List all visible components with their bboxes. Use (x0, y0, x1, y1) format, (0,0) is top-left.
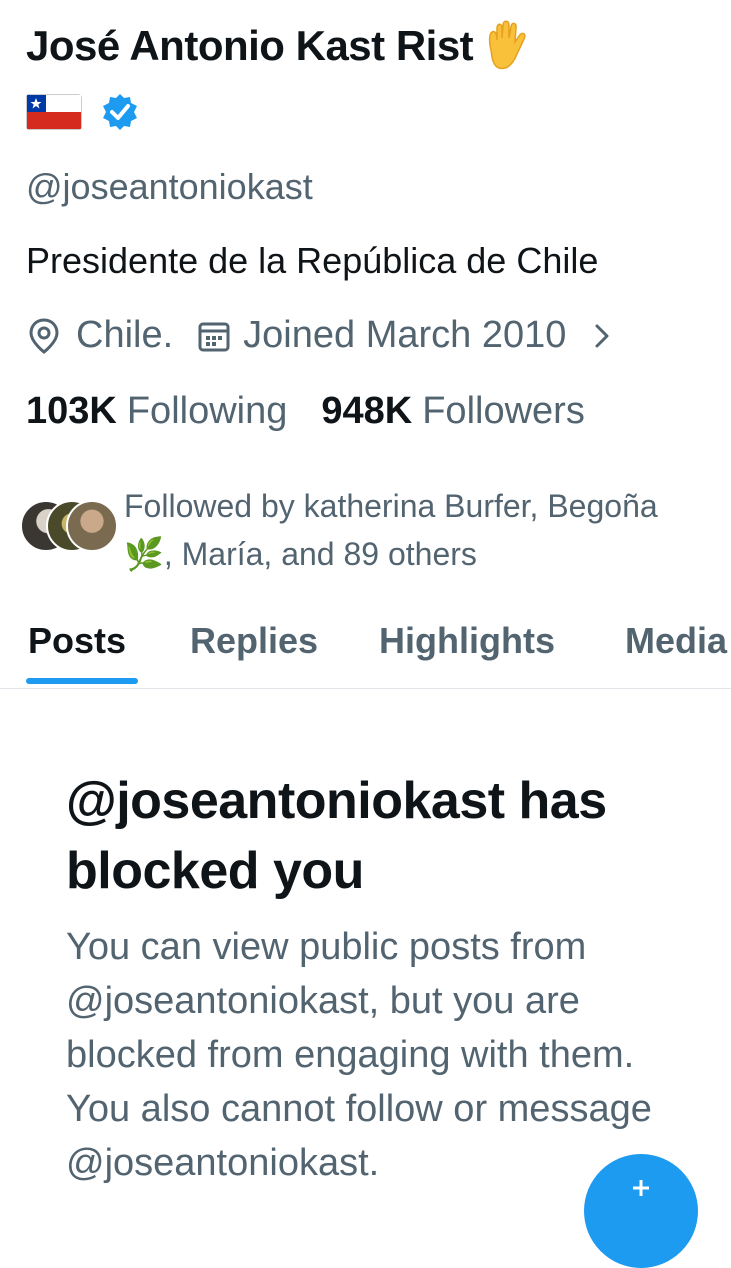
profile-name-row: José Antonio Kast Rist (26, 20, 529, 72)
tab-replies[interactable]: Replies (190, 620, 318, 662)
profile-tabs: Posts Replies Highlights Media (0, 606, 731, 689)
followers-count: 948K (321, 390, 413, 432)
active-tab-indicator (26, 678, 138, 684)
followed-by-text: Followed by katherina Burfer, Begoña 🌿, … (124, 488, 658, 572)
chevron-right-icon[interactable] (592, 320, 612, 352)
profile-badges-row (26, 92, 140, 132)
profile-stats-row: 103K Following 948K Followers (26, 390, 585, 433)
avatar (66, 500, 118, 552)
followed-by-avatars (20, 500, 118, 552)
profile-bio: Presidente de la República de Chile (26, 240, 599, 281)
profile-location: Chile. (76, 314, 174, 356)
followers-link[interactable]: 948K Followers (321, 390, 584, 433)
profile-display-name: José Antonio Kast Rist (26, 22, 474, 69)
blocked-title: @joseantoniokast has blocked you (66, 772, 607, 900)
profile-meta-row: Chile. Joined March 2010 (26, 314, 612, 357)
location-pin-icon (29, 317, 59, 354)
tab-highlights[interactable]: Highlights (379, 620, 555, 662)
profile-joined-date: Joined March 2010 (243, 314, 567, 356)
chile-flag-icon (26, 94, 82, 130)
blocked-description: You can view public posts from @joseanto… (66, 926, 652, 1184)
followers-label: Followers (422, 390, 585, 432)
plus-icon (633, 1180, 649, 1196)
tab-media[interactable]: Media (625, 620, 727, 662)
raised-hand-icon (483, 20, 529, 72)
following-label: Following (126, 390, 288, 432)
calendar-icon (198, 322, 230, 351)
following-link[interactable]: 103K Following (26, 390, 287, 433)
compose-button[interactable] (584, 1154, 698, 1268)
followed-by-row[interactable]: Followed by katherina Burfer, Begoña 🌿, … (20, 482, 684, 578)
following-count: 103K (26, 390, 117, 432)
profile-handle: @joseantoniokast (26, 166, 313, 207)
verified-badge-icon[interactable] (100, 92, 140, 132)
tab-posts[interactable]: Posts (28, 620, 126, 662)
